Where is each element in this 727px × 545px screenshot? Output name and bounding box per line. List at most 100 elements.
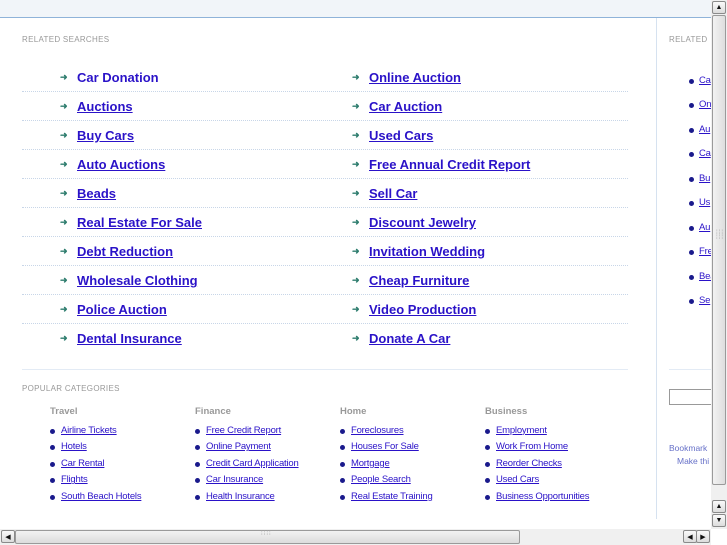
arrow-right-icon: ➜ (352, 159, 360, 169)
related-search-link[interactable]: Beads (77, 186, 116, 201)
category-link[interactable]: Car Insurance (206, 474, 263, 485)
arrow-right-icon: ➜ (60, 333, 68, 343)
sidebar-link[interactable]: Bu (699, 173, 710, 184)
make-homepage-link[interactable]: Make thi (677, 456, 709, 466)
related-search-link[interactable]: Auto Auctions (77, 157, 165, 172)
category-column: Home Foreclosures Houses For Sale Mortgage P… (340, 406, 485, 505)
related-search-link[interactable]: Discount Jewelry (369, 215, 476, 230)
scroll-up-button[interactable]: ▲ (712, 1, 726, 14)
related-search-link[interactable]: Free Annual Credit Report (369, 157, 530, 172)
category-link[interactable]: Mortgage (351, 458, 390, 469)
sidebar-link[interactable]: Au (699, 124, 710, 135)
arrow-right-icon: ➜ (60, 72, 68, 82)
bullet-icon (195, 478, 200, 484)
category-link[interactable]: Credit Card Application (206, 458, 299, 469)
scroll-down-button[interactable]: ▼ (712, 514, 726, 527)
related-row: ➜ Auto Auctions ➜ Free Annual Credit Report (22, 150, 628, 179)
bullet-icon (340, 461, 345, 467)
related-search-link[interactable]: Police Auction (77, 302, 167, 317)
sidebar-link[interactable]: Au (699, 222, 710, 233)
bullet-icon (689, 78, 694, 84)
related-search-link[interactable]: Invitation Wedding (369, 244, 485, 259)
category-link[interactable]: Houses For Sale (351, 441, 419, 452)
sidebar-list: Ca On Au Ca Bu Us Au FreBea Se (689, 68, 712, 313)
category-link[interactable]: Flights (61, 474, 88, 485)
sidebar-item: On (689, 93, 712, 118)
arrow-right-icon: ➜ (352, 246, 360, 256)
related-search-link[interactable]: Buy Cars (77, 128, 134, 143)
related-search-link[interactable]: Cheap Furniture (369, 273, 469, 288)
arrow-right-icon: ➜ (60, 101, 68, 111)
category-link[interactable]: Online Payment (206, 441, 271, 452)
category-heading: Finance (195, 406, 231, 417)
sidebar-item: Bea (689, 264, 712, 289)
bookmark-link[interactable]: Bookmark (669, 443, 707, 453)
category-item: People Search (340, 472, 485, 489)
popular-categories: Travel Airline Tickets Hotels Car Rental Fli… (50, 406, 630, 505)
category-link[interactable]: Foreclosures (351, 425, 404, 436)
category-item: Car Rental (50, 455, 195, 472)
category-link[interactable]: Work From Home (496, 441, 568, 452)
category-link[interactable]: Free Credit Report (206, 425, 281, 436)
sidebar-divider (669, 369, 712, 370)
bullet-icon (195, 428, 200, 434)
category-link[interactable]: People Search (351, 474, 411, 485)
category-item: Used Cars (485, 472, 630, 489)
category-link[interactable]: Car Rental (61, 458, 105, 469)
category-item: Work From Home (485, 439, 630, 456)
category-link[interactable]: Airline Tickets (61, 425, 117, 436)
related-item: ➜ Buy Cars (60, 121, 134, 150)
category-link[interactable]: Hotels (61, 441, 87, 452)
arrow-up-icon: ▲ (715, 4, 723, 11)
vertical-scroll-thumb[interactable]: ⁞⁞⁞ ⁞⁞⁞ (712, 15, 726, 485)
sidebar-link[interactable]: On (699, 99, 711, 110)
related-search-link[interactable]: Dental Insurance (77, 331, 182, 346)
sidebar-link[interactable]: Us (699, 197, 710, 208)
related-search-link[interactable]: Real Estate For Sale (77, 215, 202, 230)
category-link[interactable]: South Beach Hotels (61, 491, 142, 502)
bullet-icon (689, 250, 694, 256)
bullet-icon (50, 428, 55, 434)
category-item: Free Credit Report (195, 422, 340, 439)
arrow-left-icon: ◀ (5, 533, 11, 541)
scroll-right-button[interactable]: ▶ (696, 530, 710, 543)
sidebar-item: Us (689, 191, 712, 216)
scroll-left-button-right[interactable]: ◀ (683, 530, 697, 543)
category-link[interactable]: Business Opportunities (496, 491, 589, 502)
bullet-icon (485, 428, 490, 434)
scroll-up-button-lower[interactable]: ▲ (712, 500, 726, 513)
horizontal-scroll-thumb[interactable]: ⁞⁞⁞⁞ (15, 530, 520, 544)
horizontal-scrollbar[interactable]: ◀ ⁞⁞⁞⁞ ◀ ▶ (0, 529, 711, 545)
related-search-link[interactable]: Video Production (369, 302, 476, 317)
bullet-icon (340, 478, 345, 484)
sidebar-item: Fre (689, 240, 712, 265)
sidebar-link[interactable]: Se (699, 295, 710, 306)
sidebar-search-input[interactable] (669, 389, 712, 405)
arrow-right-icon: ➜ (352, 188, 360, 198)
category-link[interactable]: Employment (496, 425, 547, 436)
scroll-left-button[interactable]: ◀ (1, 530, 15, 543)
related-search-link[interactable]: Auctions (77, 99, 133, 114)
category-link[interactable]: Health Insurance (206, 491, 275, 502)
related-search-link[interactable]: Used Cars (369, 128, 433, 143)
related-search-link[interactable]: Wholesale Clothing (77, 273, 198, 288)
vertical-scrollbar[interactable]: ▲ ⁞⁞⁞ ⁞⁞⁞ ▲ ▼ (711, 0, 727, 529)
category-link[interactable]: Reorder Checks (496, 458, 562, 469)
sidebar-item: Bu (689, 166, 712, 191)
sidebar-link[interactable]: Ca (699, 148, 711, 159)
category-link[interactable]: Used Cars (496, 474, 539, 485)
category-item: Flights (50, 472, 195, 489)
bullet-icon (50, 445, 55, 451)
related-search-link[interactable]: Online Auction (369, 70, 461, 85)
related-search-link[interactable]: Car Donation (77, 70, 159, 85)
related-item: ➜ Beads (60, 179, 116, 208)
category-item: Online Payment (195, 439, 340, 456)
arrow-right-icon: ▶ (700, 533, 706, 541)
sidebar-link[interactable]: Ca (699, 75, 711, 86)
category-item: Houses For Sale (340, 439, 485, 456)
related-search-link[interactable]: Car Auction (369, 99, 442, 114)
related-search-link[interactable]: Donate A Car (369, 331, 450, 346)
related-search-link[interactable]: Debt Reduction (77, 244, 173, 259)
related-search-link[interactable]: Sell Car (369, 186, 417, 201)
category-link[interactable]: Real Estate Training (351, 491, 433, 502)
